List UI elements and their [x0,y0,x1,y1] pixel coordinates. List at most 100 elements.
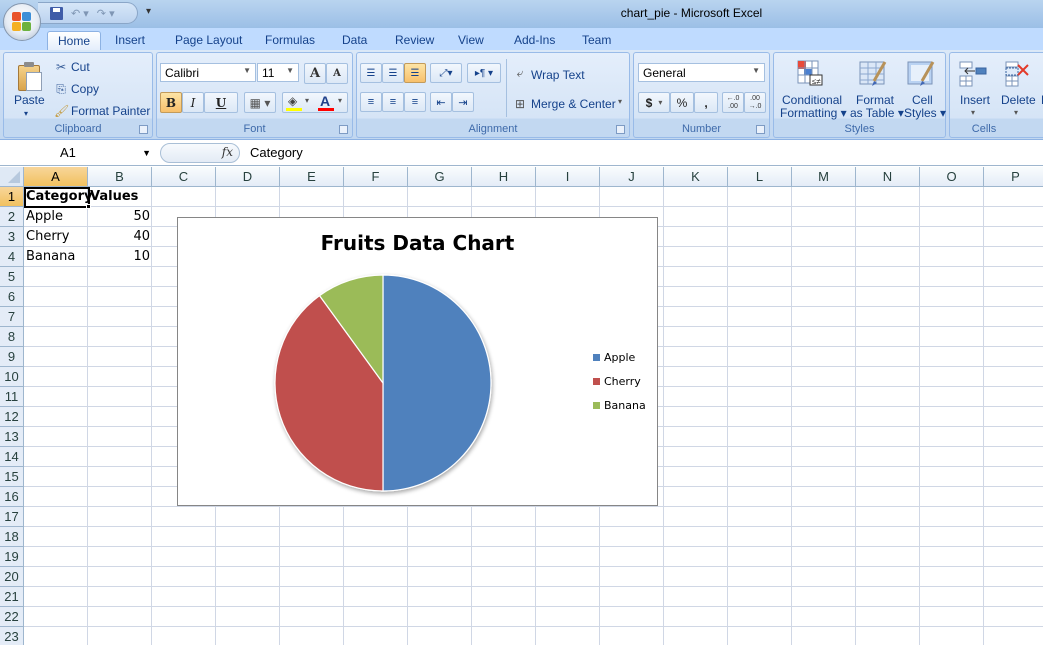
legend-item-cherry[interactable]: Cherry [593,374,646,398]
percent-button[interactable]: % [670,92,694,113]
row-header-8[interactable]: 8 [0,327,24,347]
select-all-button[interactable] [0,167,24,187]
column-header-g[interactable]: G [408,167,472,187]
tab-insert[interactable]: Insert [105,31,155,50]
cell-a4[interactable]: Banana [24,247,88,267]
row-header-16[interactable]: 16 [0,487,24,507]
grow-font-button[interactable]: A [304,63,326,84]
insert-function-icon[interactable]: fx [222,145,233,159]
align-right-button[interactable]: ≡ [404,92,426,112]
font-launcher-icon[interactable] [339,125,348,134]
row-header-20[interactable]: 20 [0,567,24,587]
tab-add-ins[interactable]: Add-Ins [504,31,565,50]
column-header-m[interactable]: M [792,167,856,187]
row-header-21[interactable]: 21 [0,587,24,607]
row-header-5[interactable]: 5 [0,267,24,287]
column-header-k[interactable]: K [664,167,728,187]
pie-slice-apple[interactable] [382,274,492,492]
cut-button[interactable]: Cut [71,60,90,74]
cell-a2[interactable]: Apple [24,207,88,227]
row-header-18[interactable]: 18 [0,527,24,547]
decrease-decimal-button[interactable]: .00 →.0 [744,92,766,113]
column-header-f[interactable]: F [344,167,408,187]
underline-button[interactable]: U [204,92,238,113]
row-header-23[interactable]: 23 [0,627,24,645]
save-icon[interactable] [50,6,63,20]
tab-review[interactable]: Review [385,31,444,50]
fill-color-dropdown-icon[interactable]: ▾ [305,96,309,105]
fill-color-icon[interactable]: ◈ [288,94,297,108]
italic-button[interactable]: I [182,92,204,113]
alignment-launcher-icon[interactable] [616,125,625,134]
tab-view[interactable]: View [448,31,494,50]
number-launcher-icon[interactable] [756,125,765,134]
delete-dropdown-icon[interactable]: ▾ [1014,108,1018,117]
font-color-icon[interactable]: A [320,93,330,109]
merge-center-button[interactable]: Merge & Center [531,97,616,111]
column-header-l[interactable]: L [728,167,792,187]
borders-button[interactable]: ▦ ▾ [244,92,276,113]
text-direction-button[interactable]: ▸¶ ▾ [467,63,501,83]
row-header-1[interactable]: 1 [0,187,24,207]
tab-formulas[interactable]: Formulas [255,31,325,50]
wrap-text-button[interactable]: Wrap Text [531,68,585,82]
decrease-indent-button[interactable]: ⇤ [430,92,452,112]
column-header-p[interactable]: P [984,167,1043,187]
shrink-font-button[interactable]: A [326,63,348,84]
cell-styles-line1[interactable]: Cell [912,93,933,107]
redo-icon[interactable]: ↷ ▾ [97,7,115,20]
merge-dropdown-icon[interactable]: ▾ [618,97,622,106]
column-header-b[interactable]: B [88,167,152,187]
row-header-11[interactable]: 11 [0,387,24,407]
orientation-button[interactable]: ⤢▾ [430,63,462,83]
font-name-combo[interactable]: Calibri ▼ [160,63,256,82]
cell-b4[interactable]: 10 [88,247,152,267]
pie-chart[interactable]: Fruits Data Chart Apple Cherry Banana [177,217,658,506]
tab-data[interactable]: Data [332,31,377,50]
row-header-10[interactable]: 10 [0,367,24,387]
formula-input[interactable]: Category [250,143,303,163]
paste-button[interactable]: Paste [14,93,45,107]
cell-b1[interactable]: Values [88,187,152,207]
column-header-i[interactable]: I [536,167,600,187]
row-header-17[interactable]: 17 [0,507,24,527]
format-painter-button[interactable]: Format Painter [71,104,150,118]
delete-cells-button[interactable]: Delete [1001,93,1036,107]
cell-b2[interactable]: 50 [88,207,152,227]
row-header-2[interactable]: 2 [0,207,24,227]
column-header-d[interactable]: D [216,167,280,187]
row-header-7[interactable]: 7 [0,307,24,327]
column-header-n[interactable]: N [856,167,920,187]
currency-button[interactable]: $ ▾ [638,92,670,113]
bold-button[interactable]: B [160,92,182,113]
fill-handle[interactable] [86,204,91,209]
column-header-a[interactable]: A [24,167,88,187]
tab-team[interactable]: Team [572,31,621,50]
legend-item-banana[interactable]: Banana [593,398,646,422]
row-header-14[interactable]: 14 [0,447,24,467]
conditional-formatting-line1[interactable]: Conditional [782,93,842,107]
conditional-formatting-line2[interactable]: Formatting ▾ [780,106,847,120]
copy-button[interactable]: Copy [71,82,99,96]
number-format-combo[interactable]: General ▼ [638,63,765,82]
row-header-12[interactable]: 12 [0,407,24,427]
undo-icon[interactable]: ↶ ▾ [71,7,89,20]
font-size-combo[interactable]: 11 ▼ [257,63,299,82]
column-header-o[interactable]: O [920,167,984,187]
paste-dropdown-icon[interactable]: ▾ [24,109,28,118]
customize-toolbar-icon[interactable]: ▾ [146,6,151,17]
format-as-table-line1[interactable]: Format [856,93,894,107]
cell-a3[interactable]: Cherry [24,227,88,247]
column-header-e[interactable]: E [280,167,344,187]
row-header-19[interactable]: 19 [0,547,24,567]
increase-decimal-button[interactable]: ←.0 .00 [722,92,744,113]
font-color-dropdown-icon[interactable]: ▾ [338,96,342,105]
tab-page-layout[interactable]: Page Layout [165,31,252,50]
column-header-h[interactable]: H [472,167,536,187]
office-button[interactable] [3,3,41,41]
align-left-button[interactable]: ≡ [360,92,382,112]
name-box-dropdown-icon[interactable]: ▼ [142,143,151,163]
cell-styles-line2[interactable]: Styles ▾ [904,106,946,120]
column-header-c[interactable]: C [152,167,216,187]
clipboard-launcher-icon[interactable] [139,125,148,134]
